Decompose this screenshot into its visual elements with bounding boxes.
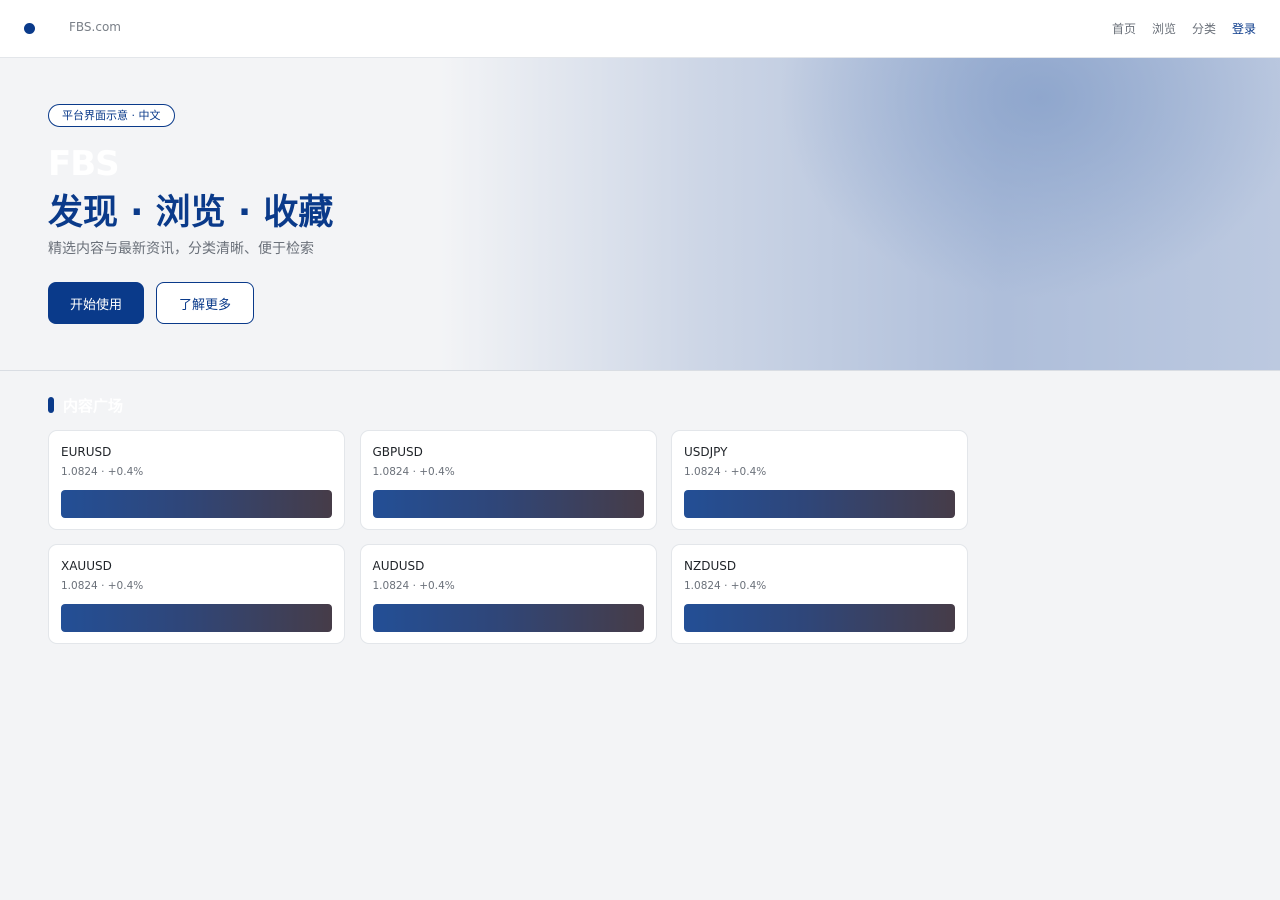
content-card[interactable]: XAUUSD 1.0824 · +0.4% (48, 544, 345, 644)
logo-dot-icon[interactable] (24, 23, 35, 34)
card-meta: 1.0824 · +0.4% (684, 466, 767, 478)
card-meta: 1.0824 · +0.4% (61, 580, 144, 592)
section-marker (48, 397, 54, 413)
card-meta: 1.0824 · +0.4% (61, 466, 144, 478)
card-preview-bar (372, 490, 644, 518)
brand-name[interactable]: FBS.com (69, 20, 121, 34)
section-title: 内容广场 (63, 397, 124, 415)
card-symbol: EURUSD (61, 445, 112, 459)
card-preview-bar (372, 604, 644, 632)
learn-more-button[interactable]: 了解更多 (156, 282, 254, 324)
content-card[interactable]: USDJPY 1.0824 · +0.4% (671, 430, 968, 530)
card-symbol: XAUUSD (61, 559, 112, 573)
card-symbol: GBPUSD (372, 445, 423, 459)
card-symbol: NZDUSD (684, 559, 737, 573)
card-preview-bar (684, 604, 955, 632)
platform-badge: 平台界面示意 · 中文 (48, 104, 175, 127)
card-preview-bar (61, 604, 332, 632)
content-card[interactable]: NZDUSD 1.0824 · +0.4% (671, 544, 968, 644)
card-meta: 1.0824 · +0.4% (372, 466, 455, 478)
top-navbar: FBS.com 首页 浏览 分类 登录 (0, 0, 1280, 58)
nav-item-browse[interactable]: 浏览 (1152, 20, 1176, 37)
main-nav: 首页 浏览 分类 登录 (1112, 20, 1256, 37)
content-card[interactable]: EURUSD 1.0824 · +0.4% (48, 430, 345, 530)
content-card[interactable]: GBPUSD 1.0824 · +0.4% (359, 430, 657, 530)
card-meta: 1.0824 · +0.4% (684, 580, 767, 592)
content-card[interactable]: AUDUSD 1.0824 · +0.4% (359, 544, 657, 644)
content-grid: EURUSD 1.0824 · +0.4% GBPUSD 1.0824 · +0… (48, 430, 968, 644)
card-symbol: AUDUSD (372, 559, 425, 573)
get-started-button[interactable]: 开始使用 (48, 282, 144, 324)
hero-brand: FBS (48, 144, 120, 184)
hero-title: 发现 · 浏览 · 收藏 (48, 193, 334, 233)
hero-subtitle: 精选内容与最新资讯，分类清晰、便于检索 (48, 241, 314, 257)
card-symbol: USDJPY (684, 445, 728, 459)
card-preview-bar (61, 490, 332, 518)
hero-banner: 平台界面示意 · 中文 FBS 发现 · 浏览 · 收藏 精选内容与最新资讯，分… (0, 58, 1280, 371)
card-preview-bar (684, 490, 955, 518)
nav-item-categories[interactable]: 分类 (1192, 20, 1216, 37)
nav-item-home[interactable]: 首页 (1112, 20, 1136, 37)
card-meta: 1.0824 · +0.4% (372, 580, 455, 592)
login-link[interactable]: 登录 (1232, 20, 1256, 37)
